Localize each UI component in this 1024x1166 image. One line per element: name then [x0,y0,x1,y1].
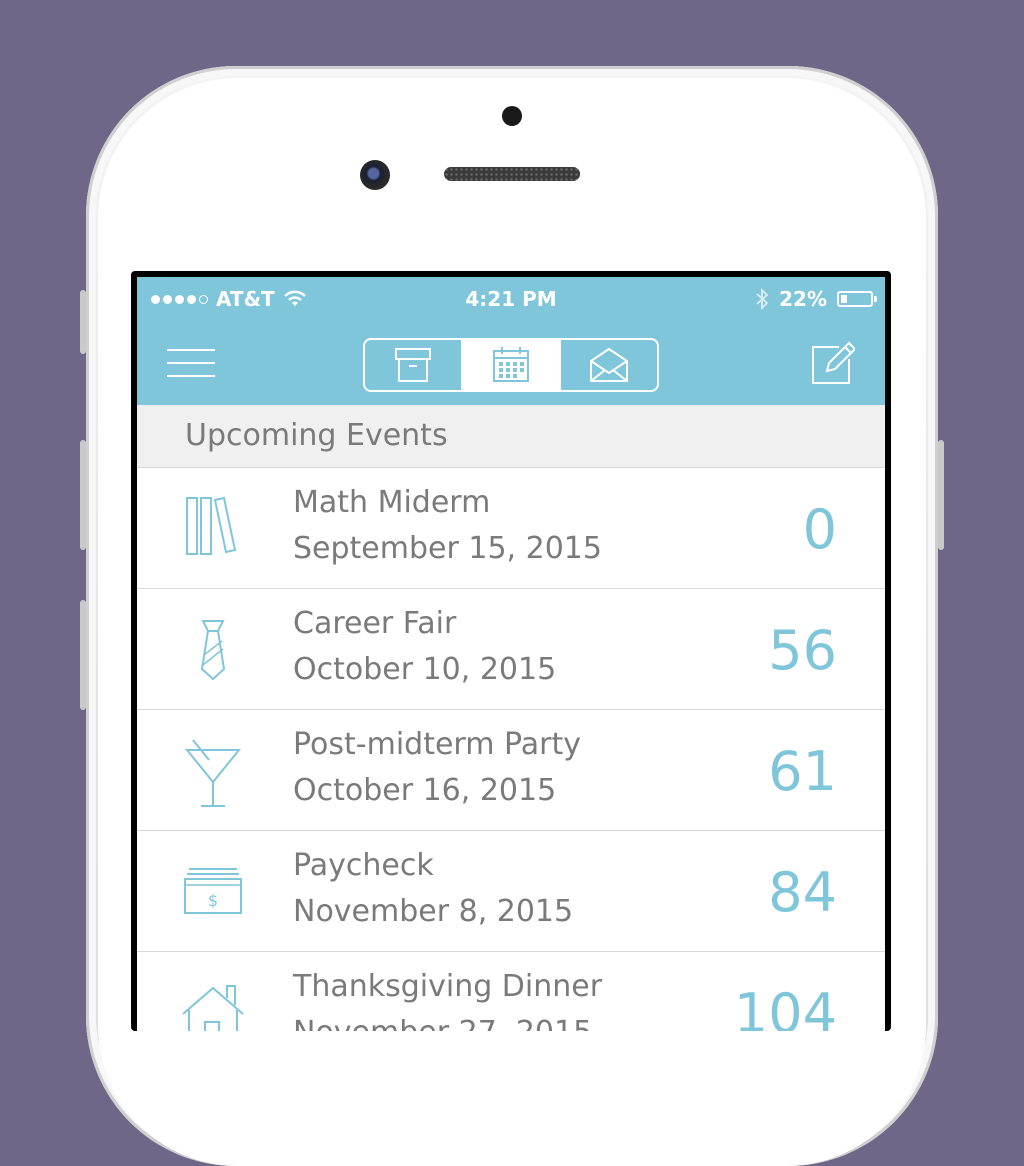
event-title: Post-midterm Party [293,727,581,762]
event-date: October 16, 2015 [293,773,557,808]
event-title: Math Miderm [293,485,491,520]
list-item[interactable]: Career Fair October 10, 2015 56 [137,589,885,710]
silent-switch [80,290,86,354]
volume-down-button [80,600,86,710]
events-list: Math Miderm September 15, 2015 0 Career … [137,468,885,1031]
event-count: 56 [768,619,837,682]
section-header: Upcoming Events [137,405,885,468]
status-bar: AT&T 4:21 PM 22% [137,277,885,321]
list-item[interactable]: Thanksgiving Dinner November 27, 2015 10… [137,952,885,1031]
event-date: October 10, 2015 [293,652,557,687]
tab-archive[interactable] [365,340,461,390]
event-title: Career Fair [293,606,457,641]
bluetooth-icon [755,288,769,310]
necktie-icon [177,617,249,681]
list-item[interactable]: $ Paycheck November 8, 2015 84 [137,831,885,952]
screen: AT&T 4:21 PM 22% Upcoming Events Math Mi… [131,271,891,1031]
battery-icon [837,291,877,307]
event-title: Paycheck [293,848,434,883]
top-bar: AT&T 4:21 PM 22% [137,277,885,405]
tab-calendar[interactable] [461,340,559,390]
list-item[interactable]: Post-midterm Party October 16, 2015 61 [137,710,885,831]
view-switcher [363,338,659,392]
tab-inbox[interactable] [559,340,657,390]
house-icon [177,980,249,1031]
cash-icon: $ [177,859,249,923]
cocktail-icon [177,738,249,807]
event-date: November 27, 2015 [293,1015,592,1031]
list-item[interactable]: Math Miderm September 15, 2015 0 [137,468,885,589]
compose-icon[interactable] [809,341,855,387]
envelope-icon [588,346,630,384]
event-title: Thanksgiving Dinner [293,969,603,1004]
earpiece-speaker [444,167,580,181]
battery-percent: 22% [779,287,827,311]
archive-box-icon [393,346,433,384]
navigation-bar [137,321,885,405]
books-icon [177,496,249,560]
event-count: 61 [768,740,837,803]
proximity-sensor [502,106,522,126]
volume-up-button [80,440,86,550]
front-camera [360,160,390,190]
hamburger-menu-icon[interactable] [167,349,215,379]
event-count: 0 [802,498,837,561]
section-title: Upcoming Events [185,418,448,453]
event-date: September 15, 2015 [293,531,602,566]
battery-level [841,295,847,303]
svg-text:$: $ [208,891,218,910]
calendar-icon [491,346,531,384]
event-date: November 8, 2015 [293,894,574,929]
event-count: 84 [768,861,837,924]
status-right: 22% [755,287,877,311]
power-button [938,440,944,550]
app-display: AT&T 4:21 PM 22% Upcoming Events Math Mi… [137,277,885,1031]
